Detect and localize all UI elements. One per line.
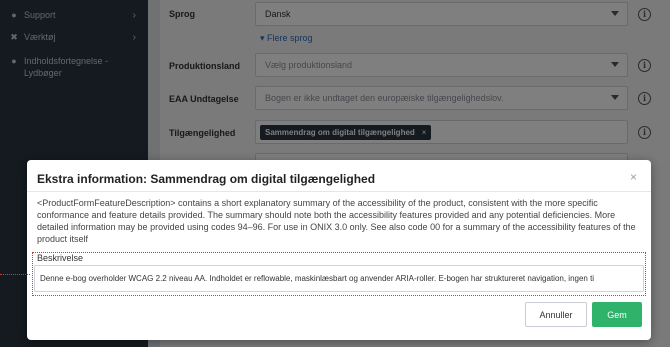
modal-divider [27, 191, 651, 192]
highlight-connector [0, 274, 30, 275]
save-button[interactable]: Gem [592, 302, 642, 327]
cancel-button[interactable]: Annuller [525, 302, 587, 327]
description-field-label: Beskrivelse [37, 253, 84, 263]
modal-title: Ekstra information: Sammendrag om digita… [37, 172, 376, 186]
close-icon[interactable]: × [630, 170, 637, 184]
modal-description: <ProductFormFeatureDescription> contains… [37, 198, 636, 244]
description-input[interactable]: Denne e-bog overholder WCAG 2.2 niveau A… [34, 265, 644, 292]
extra-info-modal: Ekstra information: Sammendrag om digita… [0, 160, 651, 340]
